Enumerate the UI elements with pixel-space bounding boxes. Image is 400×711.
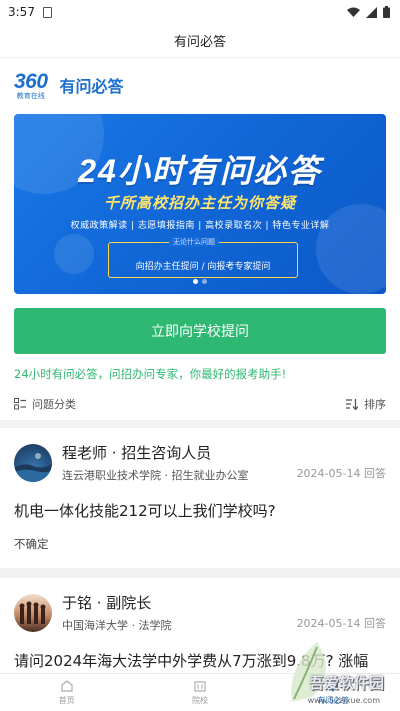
home-icon xyxy=(61,680,73,692)
nav-item-qa[interactable]: 有问必答 xyxy=(267,674,400,711)
promo-banner[interactable]: 24小时有问必答 千所高校招办主任为你答疑 权威政策解读 | 志愿填报指南 | … xyxy=(14,114,386,294)
banner-pagination[interactable] xyxy=(14,279,386,284)
banner-title: 24小时有问必答 xyxy=(78,153,322,189)
logo-360: 360 教育在线 xyxy=(14,71,48,100)
title-bar: 有问必答 xyxy=(0,24,400,58)
banner-subtitle: 千所高校招办主任为你答疑 xyxy=(103,194,296,212)
sort-icon xyxy=(346,399,358,410)
category-filter-label: 问题分类 xyxy=(32,398,76,411)
answer-text: 不确定 xyxy=(14,537,49,551)
wifi-icon xyxy=(347,7,360,17)
brand-row: 360 教育在线 有问必答 xyxy=(14,68,386,102)
avatar xyxy=(14,443,52,482)
answerer-name: 程老师 · 招生咨询人员 xyxy=(62,444,212,462)
answer-status: 回答 xyxy=(364,617,386,630)
nav-item-schools[interactable]: 院校 xyxy=(133,674,266,711)
banner-tags: 权威政策解读 | 志愿填报指南 | 高校录取名次 | 特色专业详解 xyxy=(70,221,330,231)
logo-number: 360 xyxy=(14,69,48,93)
question-text: 机电一体化技能212可以上我们学校吗? xyxy=(14,502,276,520)
page-title: 有问必答 xyxy=(173,35,226,50)
avatar-image xyxy=(19,601,46,624)
banner-box-text: 向招办主任提问 / 向报考专家提问 xyxy=(135,262,271,272)
answer-meta: 2024-05-14 回答 xyxy=(297,615,386,631)
sort-label: 排序 xyxy=(364,398,386,411)
answer-status: 回答 xyxy=(364,467,386,480)
sim-card-icon xyxy=(42,6,52,18)
nav-item-home[interactable]: 首页 xyxy=(0,674,133,711)
slogan-text: 24小时有问必答，问招办问专家，你最好的报考助手! xyxy=(14,367,287,381)
question-list: 程老师 · 招生咨询人员 连云港职业技术学院 · 招生就业办公室 2024-05… xyxy=(0,428,400,688)
battery-icon xyxy=(383,6,390,18)
category-icon xyxy=(14,398,26,410)
status-time: 3:57 xyxy=(8,5,35,19)
status-bar: 3:57 xyxy=(0,0,400,24)
main-content: 360 教育在线 有问必答 24小时有问必答 千所高校招办主任为你答疑 权威政策… xyxy=(0,58,400,420)
question-card[interactable]: 程老师 · 招生咨询人员 连云港职业技术学院 · 招生就业办公室 2024-05… xyxy=(0,428,400,568)
question-text: 请问2024年海大法学中外学费从7万涨到9.8万? 涨幅 xyxy=(14,652,369,670)
nav-label: 院校 xyxy=(191,696,208,705)
answerer-name: 于铭 · 副院长 xyxy=(62,594,152,612)
category-filter[interactable]: 问题分类 xyxy=(14,396,76,412)
question-card[interactable]: 于铭 · 副院长 中国海洋大学 · 法学院 2024-05-14 回答 请问20… xyxy=(0,578,400,688)
banner-box-title: 无论什么问题 xyxy=(169,237,219,247)
pagination-dot[interactable] xyxy=(193,279,198,284)
banner-decoration xyxy=(54,234,94,274)
answer-date: 2024-05-14 xyxy=(296,617,361,630)
filter-row: 问题分类 排序 xyxy=(14,392,386,420)
answerer-org: 连云港职业技术学院 · 招生就业办公室 xyxy=(62,469,249,482)
ask-school-button[interactable]: 立即向学校提问 xyxy=(14,308,386,354)
avatar xyxy=(14,593,52,632)
nav-label: 有问必答 xyxy=(317,696,350,705)
answerer-org: 中国海洋大学 · 法学院 xyxy=(62,619,172,632)
brand-name: 有问必答 xyxy=(59,77,124,96)
answer-date: 2024-05-14 xyxy=(296,467,361,480)
qa-icon xyxy=(328,681,339,692)
signal-icon xyxy=(366,6,377,18)
school-icon xyxy=(194,681,206,692)
pagination-dot[interactable] xyxy=(202,279,207,284)
bottom-nav: 首页 院校 有问必答 xyxy=(0,673,400,711)
avatar-image xyxy=(14,452,52,482)
sort-button[interactable]: 排序 xyxy=(346,396,386,412)
nav-label: 首页 xyxy=(58,696,75,705)
banner-box: 无论什么问题 向招办主任提问 / 向报考专家提问 xyxy=(108,237,298,278)
answer-meta: 2024-05-14 回答 xyxy=(297,465,386,481)
logo-subtitle: 教育在线 xyxy=(16,91,45,100)
